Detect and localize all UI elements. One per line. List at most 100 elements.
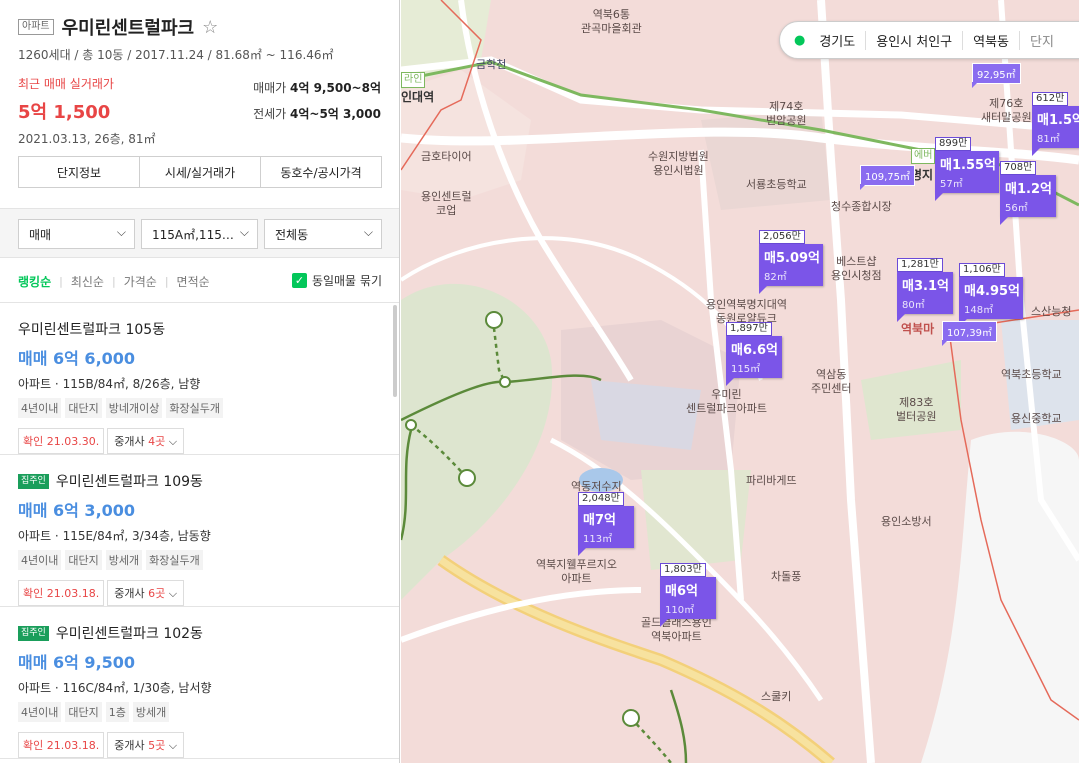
filter-bar: 매매 ⌵ 115A㎡,115… ⌵ 전체동 ⌵ (0, 208, 399, 258)
building-select[interactable]: 전체동 ⌵ (264, 219, 382, 249)
map-label: 제76호 새터말공원 (981, 97, 1032, 125)
location-complex[interactable]: 단지 (1020, 31, 1064, 50)
listing-title[interactable]: 우미린센트럴파크 102동 (56, 623, 203, 643)
listing-desc: 아파트 · 116C/84㎡, 1/30층, 남서향 (18, 681, 212, 695)
marker-price: 매4.95억 (964, 284, 1020, 299)
map-label: 역북초등학교 (1001, 368, 1062, 382)
jeonse-price-range: 4억~5억 3,000 (290, 107, 381, 121)
marker-body[interactable]: 매5.09억 82㎡ (759, 244, 823, 286)
map-label: 서룡초등학교 (746, 178, 807, 192)
listing-title[interactable]: 우미린센트럴파크 105동 (18, 319, 165, 339)
agents-dropdown[interactable]: 중개사 6곳 ⌵ (107, 580, 185, 606)
marker-area: 82㎡ (764, 272, 787, 283)
marker-tail (1032, 148, 1040, 156)
marker-price: 매3.1억 (902, 279, 949, 294)
area-pill[interactable]: 107,39㎡ (942, 321, 997, 342)
list-item[interactable]: 집주인 우미린센트럴파크 109동 매매 6억 3,000 아파트 · 115E… (0, 455, 399, 607)
area-pill[interactable]: 109,75㎡ (860, 165, 915, 186)
group-same-label: 동일매물 묶기 (311, 274, 382, 288)
listing-panel: 아파트 우미린센트럴파크 ☆ 1260세대 / 총 10동 / 2017.11.… (0, 0, 400, 763)
area-value: 115A㎡,115… (152, 227, 234, 242)
tab-price-history[interactable]: 시세/실거래가 (140, 157, 261, 187)
school-label: 역북초등학교 (1001, 368, 1062, 381)
complex-tabs: 단지정보 시세/실거래가 동호수/공시가격 (18, 156, 382, 188)
marker-price: 매1.5억 (1037, 113, 1079, 128)
checkbox-icon[interactable]: ✓ (291, 273, 307, 288)
marker-body[interactable]: 매1.2억 56㎡ (1000, 175, 1056, 217)
listing-title[interactable]: 우미린센트럴파크 109동 (56, 471, 203, 491)
location-dong[interactable]: 역북동 (963, 30, 1021, 50)
sort-price[interactable]: 가격순 (124, 273, 157, 290)
store-label: 스쿨키 (761, 690, 792, 703)
map-label: 청수종합시장 (831, 200, 892, 214)
location-city[interactable]: 용인시 처인구 (866, 30, 964, 50)
marker-unit-price: 1,106만 (959, 263, 1005, 277)
marker-body[interactable]: 매3.1억 80㎡ (897, 272, 953, 314)
listing-tag: 대단지 (65, 702, 102, 722)
type-tag: 아파트 (18, 19, 54, 35)
sort-divider: | (164, 274, 169, 288)
area-pill[interactable]: 92,95㎡ (972, 63, 1021, 84)
marker-area: 110㎡ (665, 605, 695, 616)
marker-tail (1000, 217, 1008, 225)
agents-dropdown[interactable]: 중개사 4곳 ⌵ (107, 428, 185, 454)
listing-tag: 대단지 (65, 550, 102, 570)
marker-unit-price: 1,281만 (897, 258, 943, 272)
marker-unit-price: 612만 (1032, 92, 1069, 106)
list-item[interactable]: 집주인 우미린센트럴파크 102동 매매 6억 9,500 아파트 · 116C… (0, 607, 399, 759)
apartment-label: 역북지웰푸르지오 아파트 (536, 558, 617, 585)
map-label: 파리바게뜨 (746, 474, 797, 488)
listing-price: 매매 6억 3,000 (18, 501, 136, 520)
sort-latest[interactable]: 최신순 (71, 273, 104, 290)
list-item[interactable]: 우미린센트럴파크 105동 매매 6억 6,000 아파트 · 115B/84㎡… (0, 303, 399, 455)
sale-price-range: 4억 9,500~8억 (290, 81, 381, 95)
store-label: 차돌풍 (771, 570, 802, 583)
tab-unit-info[interactable]: 동호수/공시가격 (261, 157, 381, 187)
apartment-label: 용인역북명지대역 동원로얄듀크 (706, 298, 787, 325)
area-select[interactable]: 115A㎡,115… ⌵ (141, 219, 258, 249)
location-breadcrumb: ● 경기도 용인시 처인구 역북동 단지 (779, 21, 1079, 59)
price-summary: 최근 매매 실거래가 5억 1,500 2021.03.13, 26층, 81㎡… (18, 75, 381, 146)
office-label: 역삼동 주민센터 (811, 368, 852, 395)
group-same-toggle[interactable]: ✓ 동일매물 묶기 (291, 272, 382, 289)
confirm-date: 확인 21.03.18. (18, 732, 105, 758)
sort-area[interactable]: 면적순 (177, 273, 210, 290)
trade-type-value: 매매 (29, 227, 52, 242)
marker-area: 148㎡ (964, 305, 994, 316)
district-label: 역북마 (901, 322, 935, 336)
sale-price-label: 매매가 (253, 81, 287, 95)
trade-type-select[interactable]: 매매 ⌵ (18, 219, 135, 249)
map-label: 골드클래스용인 역북아파트 (641, 616, 712, 644)
tab-complex-info[interactable]: 단지정보 (19, 157, 140, 187)
marker-body[interactable]: 매6억 110㎡ (660, 577, 716, 619)
map-view[interactable]: 역북6통 관곡마을회관 금학천 인대역 라인 제74호 번암공원 수원지방법원 … (401, 0, 1079, 763)
listing-tag: 방세개 (105, 550, 143, 570)
star-icon[interactable]: ☆ (202, 17, 218, 38)
owner-badge: 집주인 (18, 625, 49, 641)
line-label: 에버 (914, 150, 933, 161)
location-pin-icon: ● (794, 32, 806, 48)
building-value: 전체동 (275, 227, 309, 242)
store-label: 베스트샵 용인시청점 (831, 255, 882, 282)
list-scrollbar[interactable] (393, 305, 397, 397)
sort-ranking[interactable]: 랭킹순 (18, 273, 51, 290)
agents-dropdown[interactable]: 중개사 5곳 ⌵ (107, 732, 185, 758)
marker-unit-price: 2,056만 (759, 230, 805, 244)
map-label: 금호타이어 (421, 150, 472, 164)
marker-body[interactable]: 매4.95억 148㎡ (959, 277, 1023, 319)
price-ranges: 매매가 4억 9,500~8억 전세가 4억~5억 3,000 (253, 79, 381, 131)
marker-body[interactable]: 매7억 113㎡ (578, 506, 634, 548)
listing-tag: 1층 (105, 702, 129, 722)
listing-tag: 4년이내 (18, 398, 62, 418)
marker-tail (897, 314, 905, 322)
marker-body[interactable]: 매1.5억 81㎡ (1032, 106, 1079, 148)
chevron-down-icon: ⌵ (168, 587, 178, 600)
marker-area: 113㎡ (583, 534, 613, 545)
marker-body[interactable]: 매6.6억 115㎡ (726, 336, 782, 378)
store-label: 금호타이어 (421, 150, 472, 163)
marker-body[interactable]: 매1.55억 57㎡ (935, 151, 999, 193)
map-label: 용인센트럴 코업 (421, 190, 472, 218)
marker-tail (578, 548, 586, 556)
stream-label: 금학천 (476, 58, 507, 71)
location-province[interactable]: 경기도 (809, 30, 867, 50)
